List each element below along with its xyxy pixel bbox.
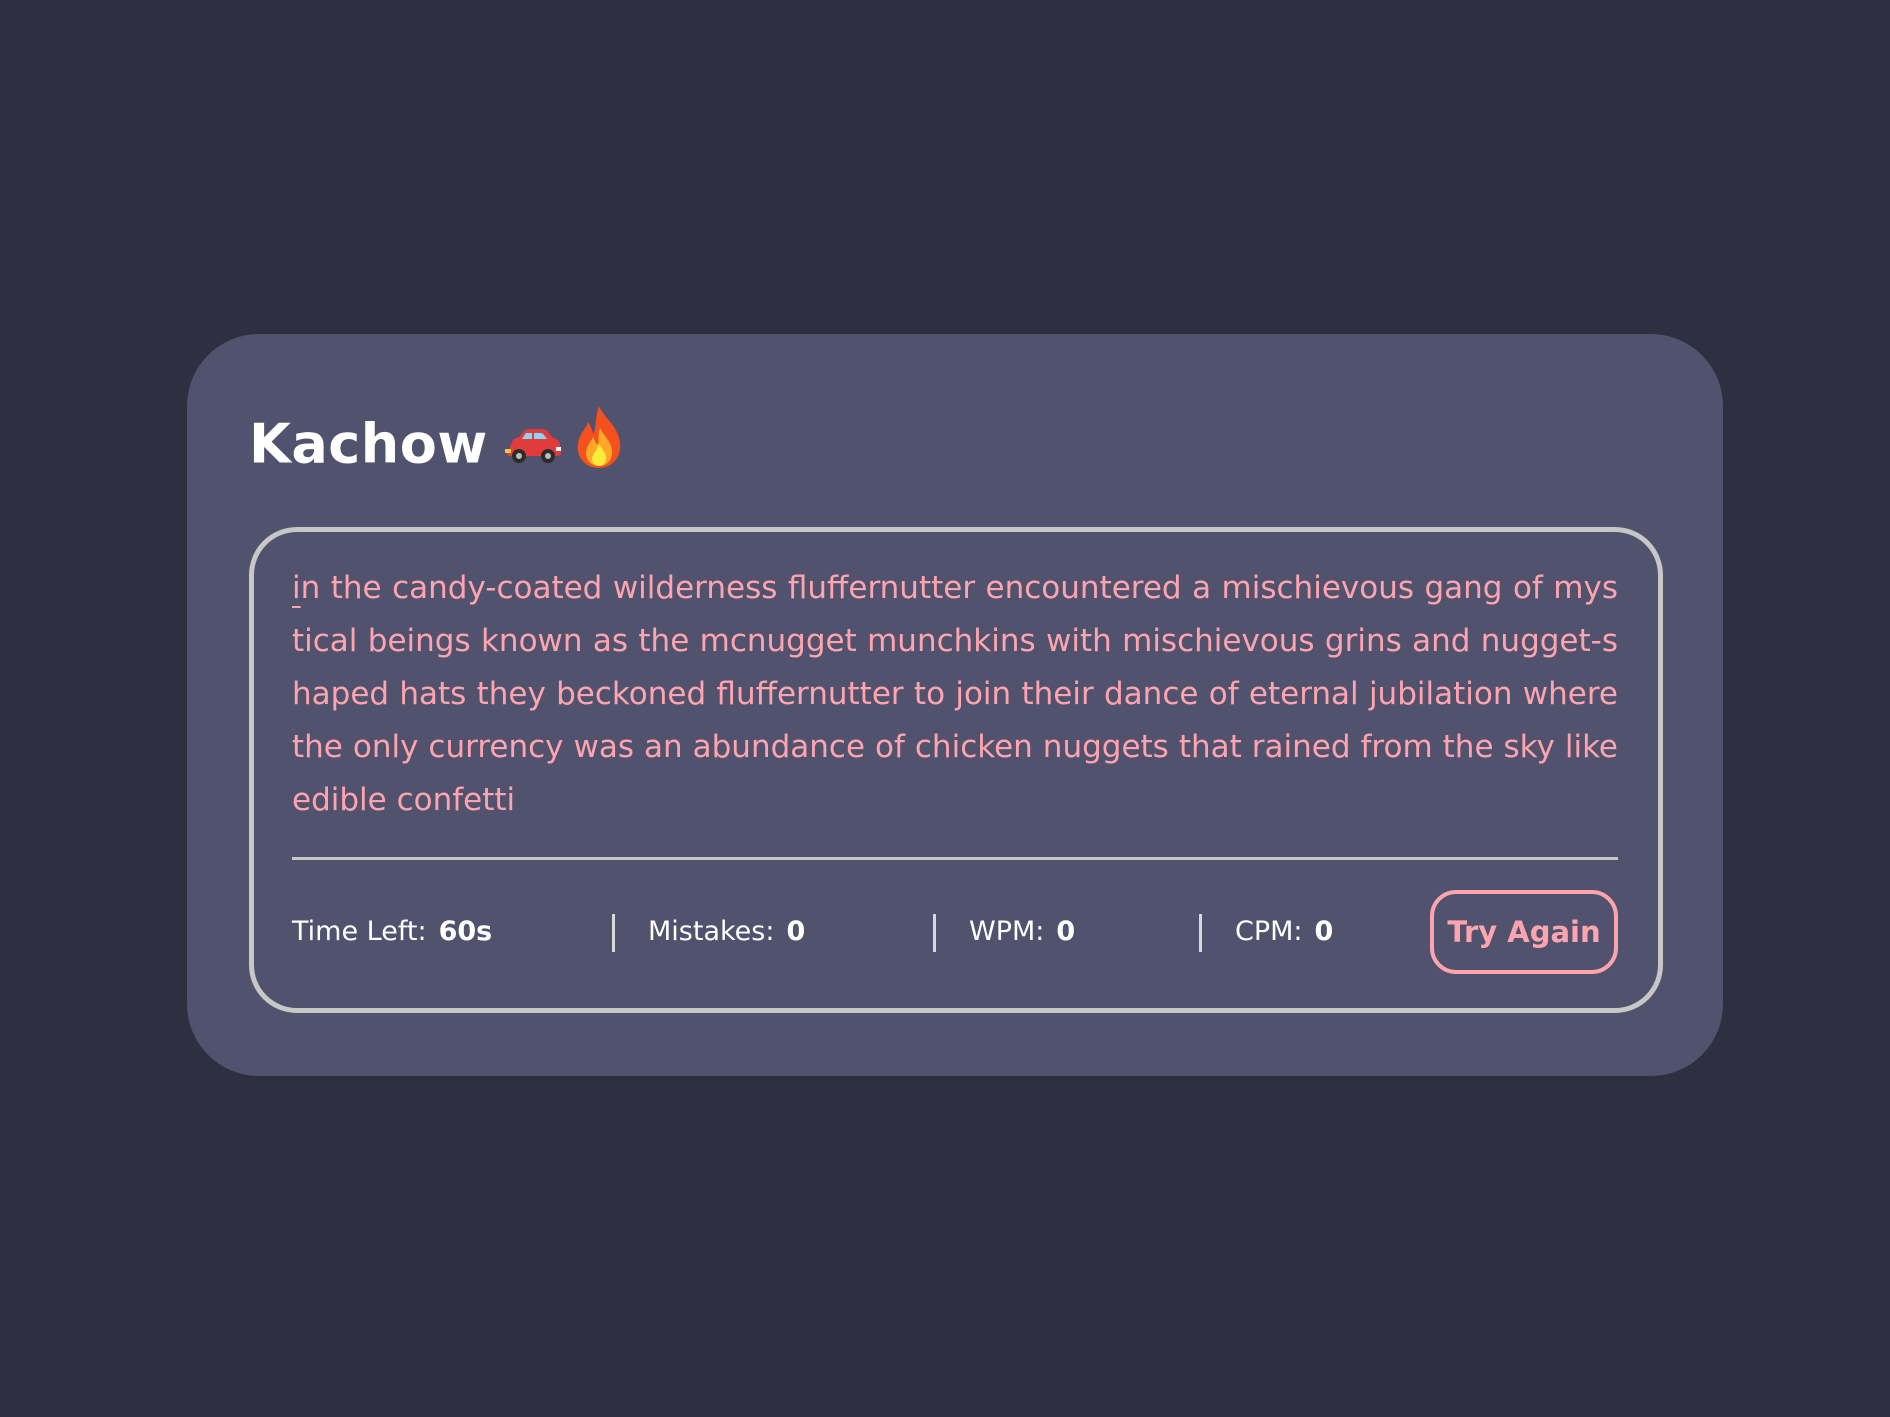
stat-separator [1199, 914, 1202, 952]
typing-card: Kachow in the candy-coated wilderness fl… [187, 334, 1723, 1076]
try-again-button[interactable]: Try Again [1430, 890, 1618, 974]
stat-separator [933, 914, 936, 952]
wpm-stat: WPM: 0 [969, 890, 1075, 974]
wpm-label: WPM: [969, 916, 1045, 947]
time-left-label: Time Left: [292, 916, 427, 947]
cpm-stat: CPM: 0 [1235, 890, 1333, 974]
cpm-label: CPM: [1235, 916, 1303, 947]
time-left-stat: Time Left: 60s [292, 890, 492, 974]
fire-icon [574, 404, 624, 492]
current-character: i [292, 570, 301, 606]
typing-area[interactable]: in the candy-coated wilderness fluffernu… [249, 527, 1663, 1013]
typing-paragraph[interactable]: in the candy-coated wilderness fluffernu… [292, 562, 1618, 827]
time-left-value: 60s [438, 916, 493, 947]
wpm-value: 0 [1056, 916, 1076, 947]
mistakes-stat: Mistakes: 0 [648, 890, 805, 974]
divider [292, 857, 1618, 860]
stats-bar: Time Left: 60s Mistakes: 0 WPM: 0 CPM: 0 Try… [292, 890, 1618, 974]
app-title-text: Kachow [249, 412, 488, 476]
app-title: Kachow [249, 404, 624, 492]
remaining-text: n the candy-coated wilderness fluffernut… [292, 570, 1618, 818]
stat-separator [612, 914, 615, 952]
mistakes-label: Mistakes: [648, 916, 775, 947]
car-icon [502, 408, 564, 488]
cpm-value: 0 [1314, 916, 1334, 947]
mistakes-value: 0 [786, 916, 806, 947]
